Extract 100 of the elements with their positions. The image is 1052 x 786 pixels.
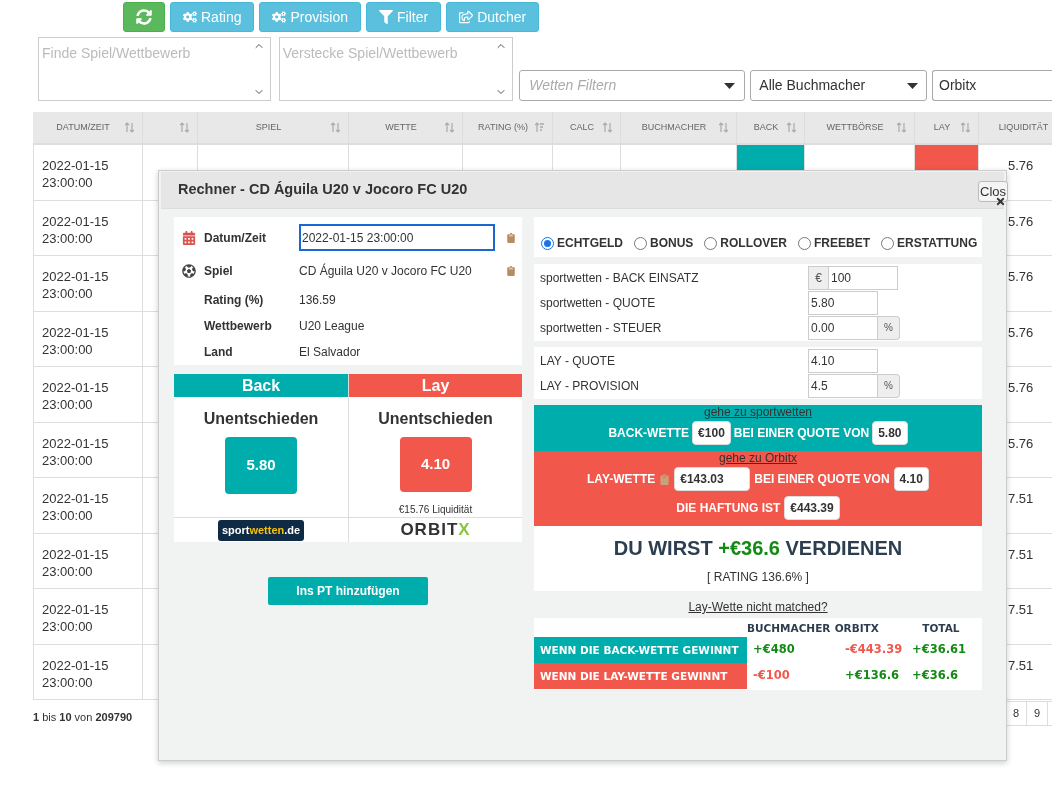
sort-icon[interactable]	[125, 122, 134, 133]
bet-type-radio[interactable]: ROLLOVER	[704, 234, 787, 252]
info-label: Spiel	[204, 262, 234, 280]
bet-label: DIE HAFTUNG IST	[676, 500, 781, 517]
bet-type-radio[interactable]: ECHTGELD	[541, 234, 623, 252]
bookmaker-select[interactable]: Alle Buchmacher	[750, 70, 927, 101]
field-label: sportwetten - QUOTE	[539, 294, 657, 312]
odds-badge: 4.10	[399, 437, 472, 492]
column-header[interactable]: WETTBÖRSE	[805, 112, 915, 143]
column-header[interactable]: WETTE	[349, 112, 463, 143]
sort-icon[interactable]	[180, 122, 189, 133]
exchange-link[interactable]: gehe zu Orbitx	[718, 451, 797, 466]
field-label: LAY - QUOTE	[539, 352, 616, 370]
currency-addon: €	[808, 265, 828, 290]
football-icon	[182, 263, 196, 278]
profit-headline: DU WIRST +€36.6 VERDIENEN	[613, 536, 903, 561]
column-header[interactable]: BACK	[737, 112, 805, 143]
bet-label: BEI EINER QUOTE VON	[754, 471, 890, 488]
sort-icon[interactable]	[961, 122, 970, 133]
outcome-label: WENN DIE LAY-WETTE GEWINNT	[534, 663, 747, 689]
amount-field: €443.39	[784, 496, 840, 520]
date-field[interactable]: 2022-01-15 23:00:00	[299, 224, 495, 251]
percent-addon: %	[878, 315, 900, 340]
table-cell: 2022-01-15 23:00:00	[33, 200, 143, 255]
number-field[interactable]: 4.5	[808, 373, 878, 398]
sort-icon[interactable]	[445, 122, 454, 133]
outcome-label: Unentschieden	[203, 409, 319, 429]
outcome-column-header: ORBITX	[833, 621, 880, 637]
outcome-value: +€480	[752, 641, 796, 659]
amount-field: €143.03	[674, 467, 751, 491]
clipboard-icon[interactable]	[506, 232, 516, 243]
info-value: 136.59	[299, 292, 337, 309]
table-cell: 2022-01-15 23:00:00	[33, 589, 143, 644]
close-button[interactable]: Clos	[978, 181, 1008, 202]
sort-icon[interactable]	[331, 122, 340, 133]
column-header[interactable]: LAY	[915, 112, 979, 143]
bet-label: BACK-WETTE	[608, 425, 690, 442]
lay-header: Lay	[349, 374, 522, 397]
page-link[interactable]: 9	[1026, 701, 1048, 726]
bet-type-radio[interactable]: ERSTATTUNG	[881, 234, 978, 252]
result-count: 1 bis 10 von 209790	[33, 710, 133, 725]
outcome-value: +€136.6	[844, 667, 900, 685]
clipboard-icon[interactable]	[506, 265, 516, 276]
number-field[interactable]: 0.00	[808, 315, 878, 340]
outcome-value: -€100	[752, 667, 791, 685]
table-cell: 2022-01-15 23:00:00	[33, 145, 143, 200]
dialog-title: Rechner - CD Águila U20 v Jocoro FC U20	[178, 180, 468, 200]
bet-type-radio[interactable]: FREEBET	[798, 234, 871, 252]
field-label: sportwetten - STEUER	[539, 319, 663, 337]
sort-icon[interactable]	[787, 122, 796, 133]
column-header[interactable]: CALC	[553, 112, 621, 143]
outcome-value: -€443.39	[844, 641, 904, 659]
gears-icon	[272, 10, 287, 24]
unmatched-link[interactable]: Lay-Wette nicht matched?	[688, 598, 828, 616]
column-header[interactable]: DATUM/ZEIT	[33, 112, 143, 143]
caret-icon	[907, 82, 918, 89]
close-icon[interactable]	[995, 196, 1006, 207]
refresh-icon	[136, 9, 152, 25]
bet-label: LAY-WETTE	[587, 471, 656, 488]
refresh-button[interactable]	[123, 2, 165, 32]
outcome-column-header: TOTAL	[922, 621, 961, 637]
field-label: LAY - PROVISION	[539, 377, 640, 395]
sort-icon[interactable]	[897, 122, 906, 133]
odds-badge: 5.80	[225, 437, 297, 494]
bet-type-radio[interactable]: BONUS	[634, 234, 694, 252]
add-button[interactable]: Ins PT hinzufügen	[268, 577, 428, 605]
outcome-column-header: BUCHMACHER	[747, 621, 832, 637]
amount-field: €100	[692, 421, 731, 445]
sort-icon[interactable]	[535, 122, 544, 133]
outcome-value: +€36.61	[912, 641, 967, 659]
caret-icon	[724, 82, 736, 89]
exchange-select[interactable]: Orbitx	[932, 70, 1052, 101]
number-field[interactable]: 5.80	[808, 290, 878, 315]
table-cell: 2022-01-15 23:00:00	[33, 422, 143, 477]
info-label: Datum/Zeit	[204, 229, 267, 247]
field-label: sportwetten - BACK EINSATZ	[539, 269, 700, 287]
info-label: Land	[204, 344, 234, 361]
outcome-value: +€36.6	[912, 667, 959, 685]
sort-icon[interactable]	[719, 122, 728, 133]
percent-addon: %	[878, 373, 900, 398]
page-link[interactable]: 8	[1005, 701, 1027, 726]
column-header[interactable]: SPIEL	[198, 112, 349, 143]
filter-icon	[379, 10, 394, 24]
amount-field: 5.80	[872, 421, 908, 445]
amount-field: 4.10	[893, 467, 929, 491]
outcome-label: Unentschieden	[378, 409, 493, 429]
sort-icon[interactable]	[603, 122, 612, 133]
column-header[interactable]: RATING (%)	[463, 112, 553, 143]
number-field[interactable]: 100	[828, 265, 898, 290]
exchange-logo: ORBITX	[400, 520, 471, 540]
clipboard-icon[interactable]	[659, 473, 671, 485]
number-field[interactable]: 4.10	[808, 348, 878, 373]
table-cell: 2022-01-15 23:00:00	[33, 644, 143, 699]
table-cell: 2022-01-15 23:00:00	[33, 533, 143, 588]
gears-icon	[183, 10, 197, 24]
column-header[interactable]: LIQUIDITÄT	[979, 112, 1052, 143]
bookmaker-link[interactable]: gehe zu sportwetten	[703, 405, 813, 420]
rating-text: [ RATING 136.6% ]	[707, 569, 809, 586]
table-cell: 2022-01-15 23:00:00	[33, 256, 143, 311]
column-header[interactable]: BUCHMACHER	[621, 112, 737, 143]
